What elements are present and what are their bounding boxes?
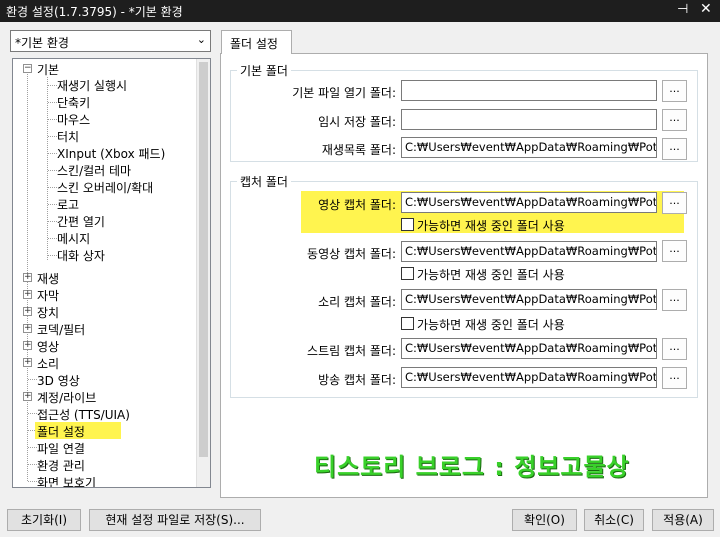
expand-icon[interactable]: + bbox=[23, 324, 32, 333]
tree-item-label: 영상 bbox=[37, 340, 60, 354]
group-title: 기본 폴더 bbox=[237, 62, 291, 79]
tree-item-label: 로고 bbox=[57, 198, 80, 212]
window-title: 환경 설정(1.7.3795) - *기본 환경 bbox=[6, 5, 183, 19]
tree-child-line bbox=[47, 77, 48, 260]
tree-item-quick-open[interactable]: 간편 열기 bbox=[57, 213, 105, 230]
browse-button[interactable]: ... bbox=[662, 138, 687, 160]
reset-button[interactable]: 초기화(I) bbox=[7, 509, 81, 531]
tree-item-skin-theme[interactable]: 스킨/컬러 테마 bbox=[57, 162, 131, 179]
tree-item-folder-settings[interactable]: 폴더 설정 bbox=[35, 422, 121, 439]
tree-item-label: 단축키 bbox=[57, 96, 91, 110]
tree-item-label: 터치 bbox=[57, 130, 80, 144]
default-open-folder-label: 기본 파일 열기 폴더: bbox=[292, 86, 396, 100]
tree-item-label: 마우스 bbox=[57, 113, 91, 127]
preset-value: *기본 환경 bbox=[15, 36, 69, 50]
video-capture-folder-input[interactable]: C:₩Users₩event₩AppData₩Roaming₩PotPlayer bbox=[401, 241, 657, 262]
title-bar: 환경 설정(1.7.3795) - *기본 환경 ⊣ ✕ bbox=[0, 0, 720, 22]
expand-icon[interactable]: + bbox=[23, 273, 32, 282]
audio-capture-folder-input[interactable]: C:₩Users₩event₩AppData₩Roaming₩PotPlayer bbox=[401, 289, 657, 310]
expand-icon[interactable]: + bbox=[23, 358, 32, 367]
tree-item-startup[interactable]: 재생기 실행시 bbox=[57, 77, 127, 94]
audio-capture-folder-label: 소리 캡처 폴더: bbox=[318, 295, 396, 309]
collapse-icon[interactable]: − bbox=[23, 64, 32, 73]
temp-save-folder-input[interactable] bbox=[401, 109, 657, 130]
expand-icon[interactable]: + bbox=[23, 392, 32, 401]
tab-label: 폴더 설정 bbox=[230, 37, 278, 51]
chevron-down-icon: ⌄ bbox=[196, 33, 206, 46]
tree-item-label: 스킨/컬러 테마 bbox=[57, 164, 132, 178]
video-capture-folder-label: 동영상 캡처 폴더: bbox=[307, 247, 396, 261]
blog-watermark: 티스토리 브로그 : 정보고물상 bbox=[314, 453, 630, 481]
image-capture-folder-label: 영상 캡처 폴더: bbox=[318, 198, 396, 212]
browse-button[interactable]: ... bbox=[662, 338, 687, 360]
tree-item-label: 코덱/필터 bbox=[37, 323, 86, 337]
tree-item-label: 스킨 오버레이/확대 bbox=[57, 181, 154, 195]
tree-item-logo[interactable]: 로고 bbox=[57, 196, 79, 213]
scrollbar-thumb[interactable] bbox=[199, 62, 208, 457]
use-playing-folder-checkbox[interactable] bbox=[401, 267, 414, 280]
browse-button[interactable]: ... bbox=[662, 289, 687, 311]
tree-item-label: 장치 bbox=[37, 306, 60, 320]
tree-item-label: 파일 연결 bbox=[37, 442, 85, 456]
tree-item-messages[interactable]: 메시지 bbox=[57, 230, 90, 247]
use-playing-folder-checkbox[interactable] bbox=[401, 317, 414, 330]
tree-item-label: 대화 상자 bbox=[57, 249, 105, 263]
tree-item-label: 자막 bbox=[37, 289, 60, 303]
tree-item-label: 계정/라이브 bbox=[37, 391, 97, 405]
tree-scrollbar[interactable] bbox=[196, 59, 210, 487]
tree-item-label: 3D 영상 bbox=[37, 374, 80, 388]
preset-dropdown[interactable]: *기본 환경 ⌄ bbox=[10, 30, 211, 52]
tree-item-label: 폴더 설정 bbox=[37, 425, 85, 439]
use-playing-folder-checkbox[interactable] bbox=[401, 218, 414, 231]
expand-icon[interactable]: + bbox=[23, 290, 32, 299]
playlist-folder-label: 재생목록 폴더: bbox=[321, 143, 396, 157]
browse-button[interactable]: ... bbox=[662, 367, 687, 389]
temp-save-folder-label: 임시 저장 폴더: bbox=[318, 115, 396, 129]
stream-capture-folder-label: 스트림 캡처 폴더: bbox=[307, 344, 396, 358]
tree-item-xinput[interactable]: XInput (Xbox 패드) bbox=[57, 145, 165, 162]
broadcast-capture-folder-label: 방송 캡처 폴더: bbox=[318, 373, 396, 387]
ok-button[interactable]: 확인(O) bbox=[512, 509, 577, 531]
tree-item-touch[interactable]: 터치 bbox=[57, 128, 79, 145]
browse-button[interactable]: ... bbox=[662, 192, 687, 214]
stream-capture-folder-input[interactable]: C:₩Users₩event₩AppData₩Roaming₩PotPlayer bbox=[401, 338, 657, 359]
tree-item-label: 메시지 bbox=[57, 232, 91, 246]
tab-folder-settings[interactable]: 폴더 설정 bbox=[221, 30, 292, 54]
settings-tree[interactable]: − 기본 재생기 실행시 단축키 마우스 터치 XInput (Xbox 패드)… bbox=[12, 58, 211, 488]
checkbox-label: 가능하면 재생 중인 폴더 사용 bbox=[417, 268, 565, 282]
group-title: 캡처 폴더 bbox=[237, 173, 291, 190]
tree-item-label: 간편 열기 bbox=[57, 215, 105, 229]
expand-icon[interactable]: + bbox=[23, 341, 32, 350]
default-open-folder-input[interactable] bbox=[401, 80, 657, 101]
tree-item-label: 재생 bbox=[37, 272, 60, 286]
pin-icon[interactable]: ⊣ bbox=[677, 2, 688, 17]
image-capture-folder-input[interactable]: C:₩Users₩event₩AppData₩Roaming₩PotPlayer bbox=[401, 192, 657, 213]
tree-item-dialogs[interactable]: 대화 상자 bbox=[57, 247, 105, 264]
browse-button[interactable]: ... bbox=[662, 240, 687, 262]
close-icon[interactable]: ✕ bbox=[700, 1, 712, 17]
tree-item-label: 소리 bbox=[37, 357, 60, 371]
checkbox-label: 가능하면 재생 중인 폴더 사용 bbox=[417, 219, 565, 233]
tree-item-skin-overlay[interactable]: 스킨 오버레이/확대 bbox=[57, 179, 153, 196]
broadcast-capture-folder-input[interactable]: C:₩Users₩event₩AppData₩Roaming₩PotPlayer bbox=[401, 367, 657, 388]
expand-icon[interactable]: + bbox=[23, 307, 32, 316]
tree-item-label: 접근성 (TTS/UIA) bbox=[37, 408, 130, 422]
tree-item-label: 환경 관리 bbox=[37, 459, 85, 473]
tree-item-shortcuts[interactable]: 단축키 bbox=[57, 94, 90, 111]
playlist-folder-input[interactable]: C:₩Users₩event₩AppData₩Roaming₩PotPlayer bbox=[401, 137, 657, 158]
save-to-file-button[interactable]: 현재 설정 파일로 저장(S)... bbox=[89, 509, 261, 531]
tree-item-label: 기본 bbox=[37, 63, 60, 77]
browse-button[interactable]: ... bbox=[662, 80, 687, 102]
apply-button[interactable]: 적용(A) bbox=[652, 509, 714, 531]
checkbox-label: 가능하면 재생 중인 폴더 사용 bbox=[417, 318, 565, 332]
tree-item-label: 재생기 실행시 bbox=[57, 79, 128, 93]
tree-item-label: 화면 보호기 bbox=[37, 476, 97, 488]
cancel-button[interactable]: 취소(C) bbox=[584, 509, 644, 531]
tree-item-mouse[interactable]: 마우스 bbox=[57, 111, 90, 128]
browse-button[interactable]: ... bbox=[662, 109, 687, 131]
tree-item-label: XInput (Xbox 패드) bbox=[57, 147, 166, 161]
